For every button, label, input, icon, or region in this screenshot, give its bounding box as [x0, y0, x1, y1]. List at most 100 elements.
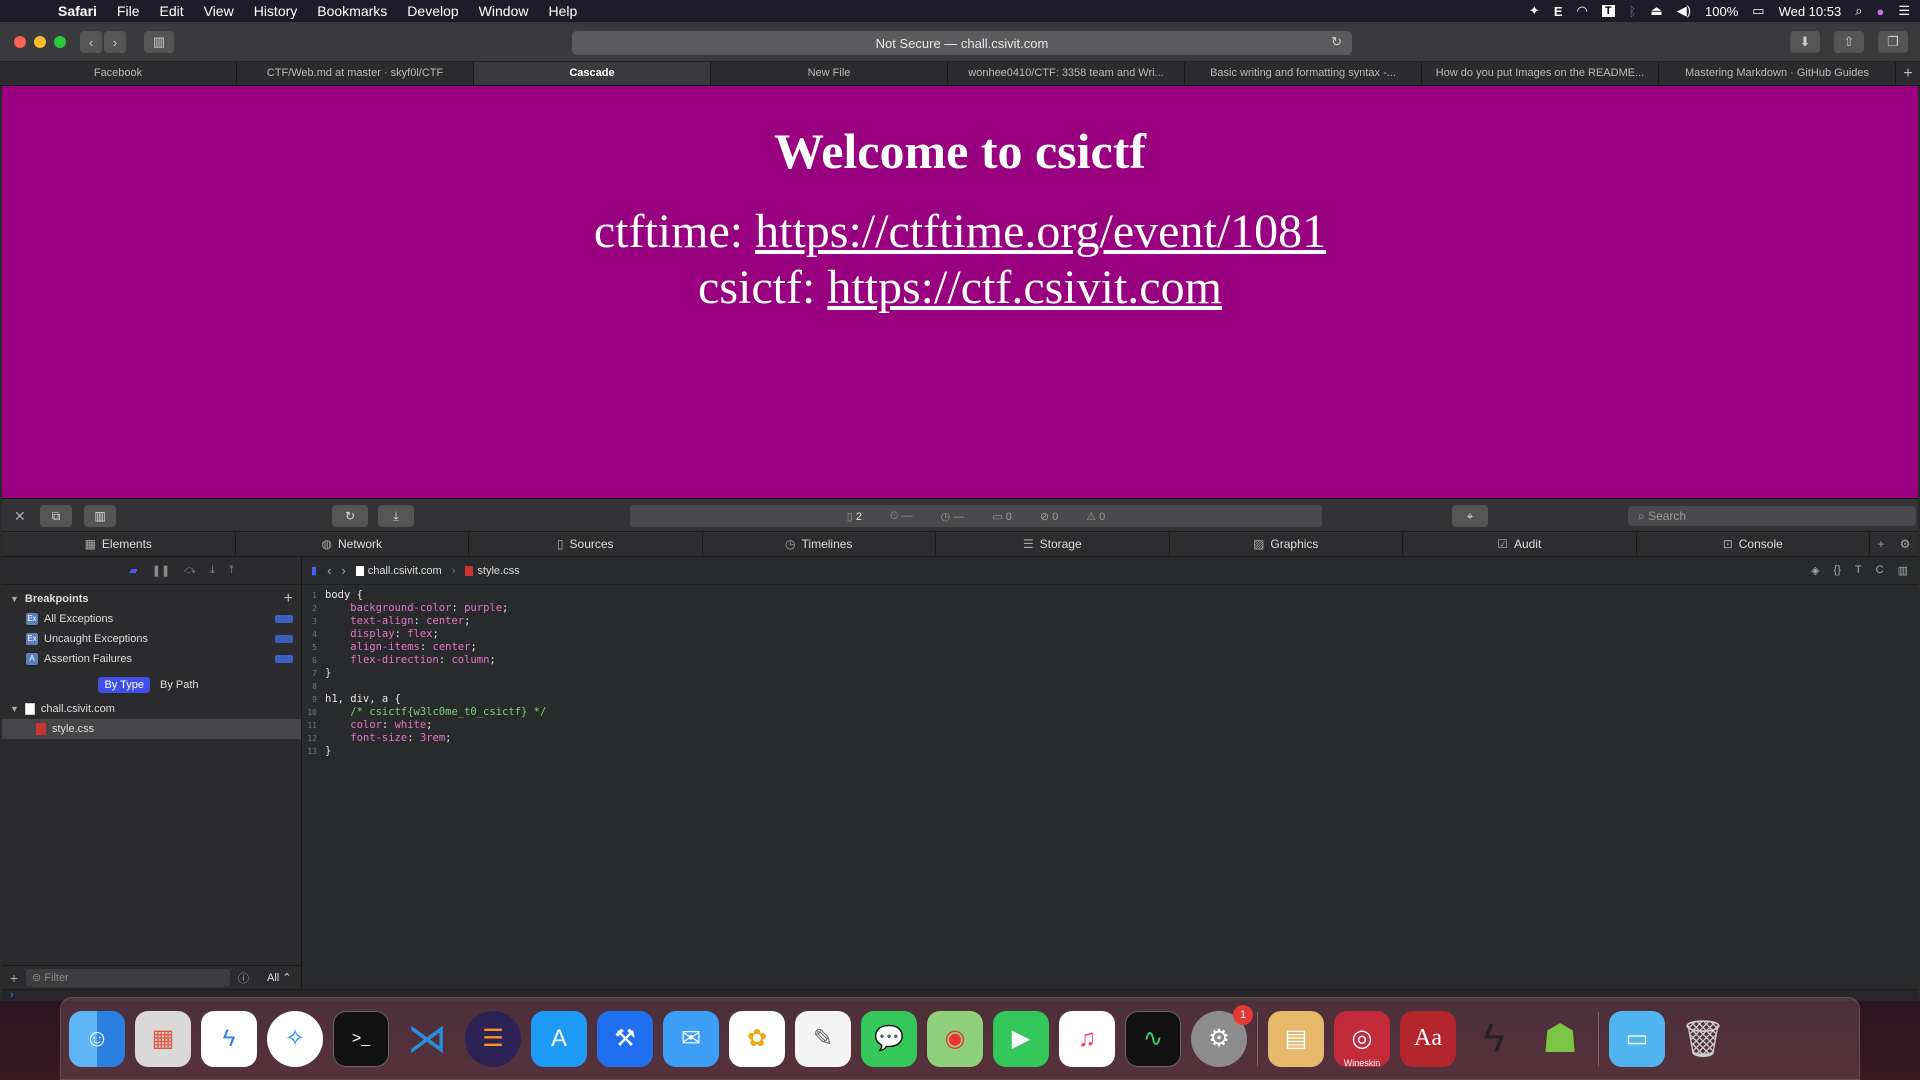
step-out-icon[interactable]: ⤒ — [229, 564, 234, 577]
vscode-icon[interactable]: ⋊ — [399, 1011, 455, 1067]
finder-icon[interactable]: ☺ — [69, 1010, 125, 1067]
spotlight-search-icon[interactable]: ⌕ — [1855, 3, 1862, 19]
volume-icon[interactable]: ◀) — [1677, 3, 1691, 19]
tab-graphics[interactable]: ▨ Graphics — [1170, 532, 1403, 556]
battery-icon[interactable]: ▭ — [1752, 3, 1764, 19]
mail-icon[interactable]: ✉ — [663, 1010, 719, 1067]
breadcrumb-file[interactable]: style.css — [465, 565, 520, 577]
settings-gear-icon[interactable]: ⚙ — [1900, 537, 1911, 551]
battery-percent[interactable]: 100% — [1705, 4, 1738, 19]
trash-icon[interactable]: 🗑 — [1675, 1011, 1731, 1067]
disclosure-triangle-icon[interactable]: ▼ — [10, 704, 19, 714]
breakpoint-flag-icon[interactable] — [275, 615, 293, 623]
tab-new-file[interactable]: New File — [711, 62, 948, 85]
text-app-icon[interactable]: T — [1601, 5, 1615, 17]
tab-audit[interactable]: ☑ Audit — [1403, 532, 1637, 556]
breakpoints-section-header[interactable]: ▼ Breakpoints + — [2, 589, 301, 609]
devtools-search-input[interactable]: ⌕ Search — [1628, 506, 1916, 526]
tab-ctf-web[interactable]: CTF/Web.md at master · skyf0l/CTF — [237, 62, 474, 85]
breakpoint-flag-icon[interactable] — [275, 635, 293, 643]
terminal-icon[interactable]: >_ — [333, 1010, 389, 1067]
music-icon[interactable]: ♫ — [1059, 1010, 1115, 1067]
input-source-indicator[interactable]: E — [1554, 4, 1563, 19]
photos-icon[interactable]: ✿ — [729, 1010, 785, 1067]
siri-icon[interactable]: ● — [1876, 4, 1884, 19]
step-over-icon[interactable]: ⤼ — [184, 564, 196, 577]
add-breakpoint-icon[interactable]: + — [284, 590, 293, 608]
menu-window[interactable]: Window — [469, 3, 539, 19]
messenger-icon[interactable]: ϟ — [201, 1010, 257, 1067]
facetime-icon[interactable]: ▶ — [993, 1010, 1049, 1067]
menu-file[interactable]: File — [107, 3, 150, 19]
step-into-icon[interactable]: ⤓ — [210, 564, 215, 577]
launchpad-icon[interactable]: ▦ — [135, 1010, 191, 1067]
csictf-link[interactable]: https://ctf.csivit.com — [827, 261, 1222, 314]
breakpoint-assertion-failures[interactable]: A Assertion Failures — [2, 649, 301, 669]
breadcrumb-domain[interactable]: chall.csivit.com — [355, 565, 442, 577]
clock[interactable]: Wed 10:53 — [1779, 4, 1842, 19]
new-tab-button[interactable]: + — [1896, 62, 1920, 85]
menu-edit[interactable]: Edit — [149, 3, 193, 19]
tab-cascade[interactable]: Cascade — [474, 62, 711, 85]
reeder-icon[interactable]: ϟ — [1466, 1011, 1522, 1067]
type-profiler-icon[interactable]: T — [1855, 564, 1862, 577]
pretty-print-icon[interactable]: {} — [1834, 564, 1841, 577]
xcode-icon[interactable]: ⚒ — [597, 1010, 653, 1067]
resource-file-row[interactable]: style.css — [2, 719, 301, 739]
accessibility-icon[interactable]: ✦ — [1529, 3, 1540, 19]
menu-help[interactable]: Help — [538, 3, 587, 19]
details-sidebar-icon[interactable]: ▥ — [1898, 564, 1908, 577]
maps-icon[interactable]: ◉ — [927, 1010, 983, 1067]
notification-center-icon[interactable]: ☰ — [1898, 3, 1910, 19]
tab-readme-images[interactable]: How do you put Images on the README... — [1422, 62, 1659, 85]
pause-icon[interactable]: ❚❚ — [152, 564, 170, 577]
tab-elements[interactable]: ▦ Elements — [2, 532, 236, 556]
messages-icon[interactable]: 💬 — [861, 1010, 917, 1067]
downloads-button[interactable]: ⬇ — [1790, 31, 1820, 53]
share-button[interactable]: ⇧ — [1834, 31, 1864, 53]
breakpoint-all-exceptions[interactable]: Ex All Exceptions — [2, 609, 301, 629]
sidebar-toggle-icon[interactable]: ▮ — [311, 564, 317, 577]
add-icon[interactable]: + — [2, 970, 26, 986]
tab-sources[interactable]: ▯ Sources — [469, 532, 703, 556]
minimize-window-button[interactable] — [34, 36, 46, 48]
wineskin-icon[interactable]: ◎ Wineskin — [1334, 1010, 1390, 1068]
textedit-icon[interactable]: ✎ — [795, 1010, 851, 1067]
address-bar[interactable]: Not Secure — chall.csivit.com ↻ — [572, 31, 1352, 55]
tab-overview-button[interactable]: ❐ — [1878, 31, 1908, 53]
wifi-icon[interactable]: ◠ — [1577, 3, 1588, 19]
by-path-button[interactable]: By Path — [154, 677, 205, 693]
airplay-icon[interactable]: ⏏ — [1650, 3, 1662, 19]
resources-count[interactable]: ▯ 2 — [847, 510, 862, 523]
tab-console[interactable]: ⊡ Console — [1637, 532, 1870, 556]
disclosure-triangle-icon[interactable]: ▼ — [10, 594, 19, 604]
resource-domain-row[interactable]: ▼ chall.csivit.com — [2, 699, 301, 719]
tab-timelines[interactable]: ◷ Timelines — [703, 532, 936, 556]
code-coverage-icon[interactable]: C — [1876, 564, 1884, 577]
menu-app-name[interactable]: Safari — [48, 3, 107, 19]
eclipse-icon[interactable]: ☰ — [465, 1010, 521, 1067]
menu-view[interactable]: View — [194, 3, 244, 19]
documents-folder-icon[interactable]: ▤ — [1268, 1010, 1324, 1067]
element-picker-button[interactable]: ⌖ — [1452, 505, 1488, 527]
reload-icon[interactable]: ↻ — [1331, 34, 1342, 50]
menu-develop[interactable]: Develop — [397, 3, 468, 19]
warnings-count[interactable]: ⚠ 0 — [1086, 510, 1105, 523]
code-view[interactable]: 1 body { 2 background-color: purple; 3 te… — [303, 585, 1918, 758]
tab-network[interactable]: ◍ Network — [236, 532, 469, 556]
undock-button[interactable]: ⧉ — [40, 505, 72, 527]
breakpoint-flag-icon[interactable] — [275, 655, 293, 663]
filter-scope-select[interactable]: All ⌃ — [267, 971, 292, 984]
system-preferences-icon[interactable]: ⚙ 1 — [1191, 1004, 1253, 1067]
bluetooth-icon[interactable]: ᛒ — [1629, 4, 1637, 19]
errors-count[interactable]: ⊘ 0 — [1040, 510, 1058, 523]
filter-input[interactable]: ⊜ Filter — [26, 968, 230, 987]
android-icon[interactable]: ☗ — [1532, 1011, 1588, 1067]
tab-basic-writing[interactable]: Basic writing and formatting syntax -... — [1185, 62, 1422, 85]
tab-storage[interactable]: ☰ Storage — [936, 532, 1170, 556]
breakpoint-toggle-icon[interactable]: ◈ — [1811, 564, 1819, 577]
by-type-button[interactable]: By Type — [98, 677, 150, 693]
tab-facebook[interactable]: Facebook — [0, 62, 237, 85]
back-icon[interactable]: ‹ — [327, 563, 331, 578]
sidebar-toggle-button[interactable]: ▥ — [144, 31, 174, 53]
